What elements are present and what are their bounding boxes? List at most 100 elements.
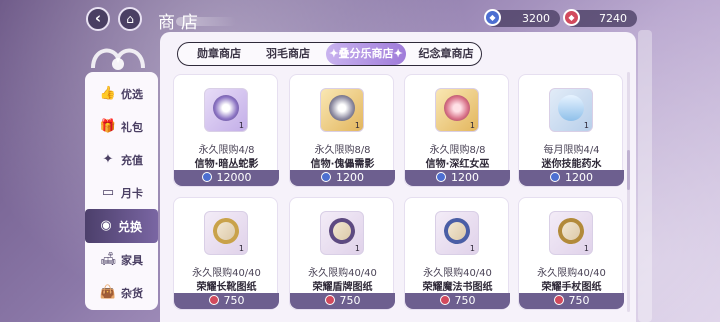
home-icon: ⌂: [126, 12, 134, 26]
currency-red[interactable]: ◆ 7240: [563, 9, 637, 27]
token-snake-icon: [213, 95, 239, 121]
sidebar-item-gift-pack[interactable]: 🎁 礼包: [89, 112, 155, 142]
sidebar-item-label: 月卡: [121, 187, 143, 200]
red-gem-icon: ◆: [563, 9, 580, 26]
shop-item-card[interactable]: 1 永久限购40/40 荣耀盾牌图纸 750: [289, 197, 395, 310]
item-quantity: 1: [238, 244, 244, 253]
shop-item-card[interactable]: 1 每月限购4/4 迷你技能药水 1200: [518, 74, 624, 187]
item-price: 1200: [451, 171, 479, 184]
shop-tabs: 勋章商店 羽毛商店 ✦叠分乐商店✦ 纪念章商店: [177, 42, 482, 66]
price-button[interactable]: 1200: [519, 170, 624, 186]
price-button[interactable]: 750: [290, 293, 395, 309]
sidebar-item-featured[interactable]: 👍 优选: [89, 79, 155, 109]
item-price: 1200: [336, 171, 364, 184]
potion-bottle-icon: [558, 95, 584, 121]
shop-item-card[interactable]: 1 永久限购8/8 信物·深红女巫 1200: [404, 74, 510, 187]
exchange-icon: ◉: [100, 218, 112, 233]
scrollbar-track[interactable]: [627, 72, 630, 312]
shop-item-card[interactable]: 1 永久限购4/8 信物·暗丛蛇影 12000: [173, 74, 279, 187]
sidebar-item-label: 家具: [121, 254, 143, 267]
blue-gem-icon: [436, 172, 446, 182]
bag-icon: 👜: [99, 285, 117, 300]
price-button[interactable]: 1200: [405, 170, 510, 186]
sidebar-item-label: 兑换: [118, 220, 143, 234]
blue-gem-icon: [201, 172, 212, 182]
gift-icon: 🎁: [99, 119, 117, 134]
sidebar-item-recharge[interactable]: ✦ 充值: [89, 145, 155, 175]
blueprint-spellbook-icon: [442, 216, 472, 246]
item-name: 荣耀手杖图纸: [541, 282, 602, 293]
blueprint-shield-icon: [327, 216, 357, 246]
item-thumbnail: 1: [204, 211, 248, 255]
item-limit: 永久限购40/40: [308, 268, 377, 279]
item-thumbnail: 1: [320, 88, 364, 132]
item-limit: 永久限购40/40: [423, 268, 492, 279]
back-button[interactable]: ‹: [86, 7, 110, 31]
item-limit: 永久限购8/8: [429, 145, 486, 156]
blueprint-staff-icon: [556, 216, 586, 246]
page-title: 商店: [158, 13, 204, 33]
shop-item-card[interactable]: 1 永久限购8/8 信物·傀儡需影 1200: [289, 74, 395, 187]
item-price: 1200: [565, 171, 593, 184]
tab-feather-shop[interactable]: 羽毛商店: [258, 43, 318, 65]
item-thumbnail: 1: [435, 88, 479, 132]
item-name: 信物·傀儡需影: [310, 159, 375, 170]
sidebar-item-label: 充值: [121, 154, 143, 167]
item-quantity: 1: [354, 244, 360, 253]
item-thumbnail: 1: [320, 211, 364, 255]
item-name: 荣耀长靴图纸: [196, 282, 257, 293]
shop-item-card[interactable]: 1 永久限购40/40 荣耀手杖图纸 750: [518, 197, 624, 310]
item-name: 信物·暗丛蛇影: [194, 159, 259, 170]
sofa-icon: 🛋: [99, 252, 117, 267]
sparkle-bag-icon: ✦: [102, 152, 114, 167]
blue-gem-icon: [321, 172, 331, 182]
currency-blue[interactable]: ◆ 3200: [484, 9, 560, 27]
token-witch-icon: [444, 95, 470, 121]
sidebar-item-label: 礼包: [121, 121, 143, 134]
item-limit: 每月限购4/4: [543, 145, 600, 156]
item-quantity: 1: [583, 121, 589, 130]
red-gem-icon: [439, 295, 450, 305]
item-price: 750: [454, 294, 476, 307]
home-button[interactable]: ⌂: [118, 7, 142, 31]
price-button[interactable]: 1200: [290, 170, 395, 186]
price-button[interactable]: 750: [519, 293, 624, 309]
price-button[interactable]: 750: [405, 293, 510, 309]
price-button[interactable]: 12000: [174, 170, 279, 186]
sidebar-item-monthly-card[interactable]: ▭ 月卡: [89, 178, 155, 208]
item-quantity: 1: [469, 121, 475, 130]
item-quantity: 1: [354, 121, 360, 130]
blue-gem-icon: ◆: [484, 9, 501, 26]
chevron-left-icon: ‹: [94, 9, 102, 27]
shop-item-card[interactable]: 1 永久限购40/40 荣耀魔法书图纸 750: [404, 197, 510, 310]
token-puppet-icon: [329, 95, 355, 121]
item-price: 750: [568, 294, 590, 307]
sidebar-item-exchange[interactable]: ◉ 兑换: [85, 209, 158, 243]
item-limit: 永久限购40/40: [192, 268, 261, 279]
item-price: 750: [223, 294, 245, 307]
price-button[interactable]: 750: [174, 293, 279, 309]
red-gem-icon: [208, 295, 219, 305]
scrollbar-thumb[interactable]: [627, 150, 630, 190]
item-name: 信物·深红女巫: [425, 159, 490, 170]
item-price: 750: [339, 294, 361, 307]
item-name: 迷你技能药水: [541, 159, 602, 170]
item-price: 12000: [216, 171, 252, 184]
item-name: 荣耀魔法书图纸: [422, 282, 493, 293]
blue-gem-icon: [550, 172, 560, 182]
item-thumbnail: 1: [204, 88, 248, 132]
item-quantity: 1: [583, 244, 589, 253]
item-name: 荣耀盾牌图纸: [312, 282, 373, 293]
currency-blue-value: 3200: [522, 12, 550, 25]
shop-item-card[interactable]: 1 永久限购40/40 荣耀长靴图纸 750: [173, 197, 279, 310]
tab-stack-shop[interactable]: ✦叠分乐商店✦: [326, 43, 406, 65]
sidebar-item-label: 优选: [121, 88, 143, 101]
currency-red-value: 7240: [599, 12, 627, 25]
item-quantity: 1: [469, 244, 475, 253]
thumbs-up-icon: 👍: [99, 86, 117, 101]
sidebar-item-goods[interactable]: 👜 杂货: [89, 278, 155, 308]
blueprint-boots-icon: [211, 216, 241, 246]
tab-commemorative-shop[interactable]: 纪念章商店: [410, 43, 482, 65]
sidebar-item-furniture[interactable]: 🛋 家具: [89, 245, 155, 275]
tab-medal-shop[interactable]: 勋章商店: [184, 43, 254, 65]
